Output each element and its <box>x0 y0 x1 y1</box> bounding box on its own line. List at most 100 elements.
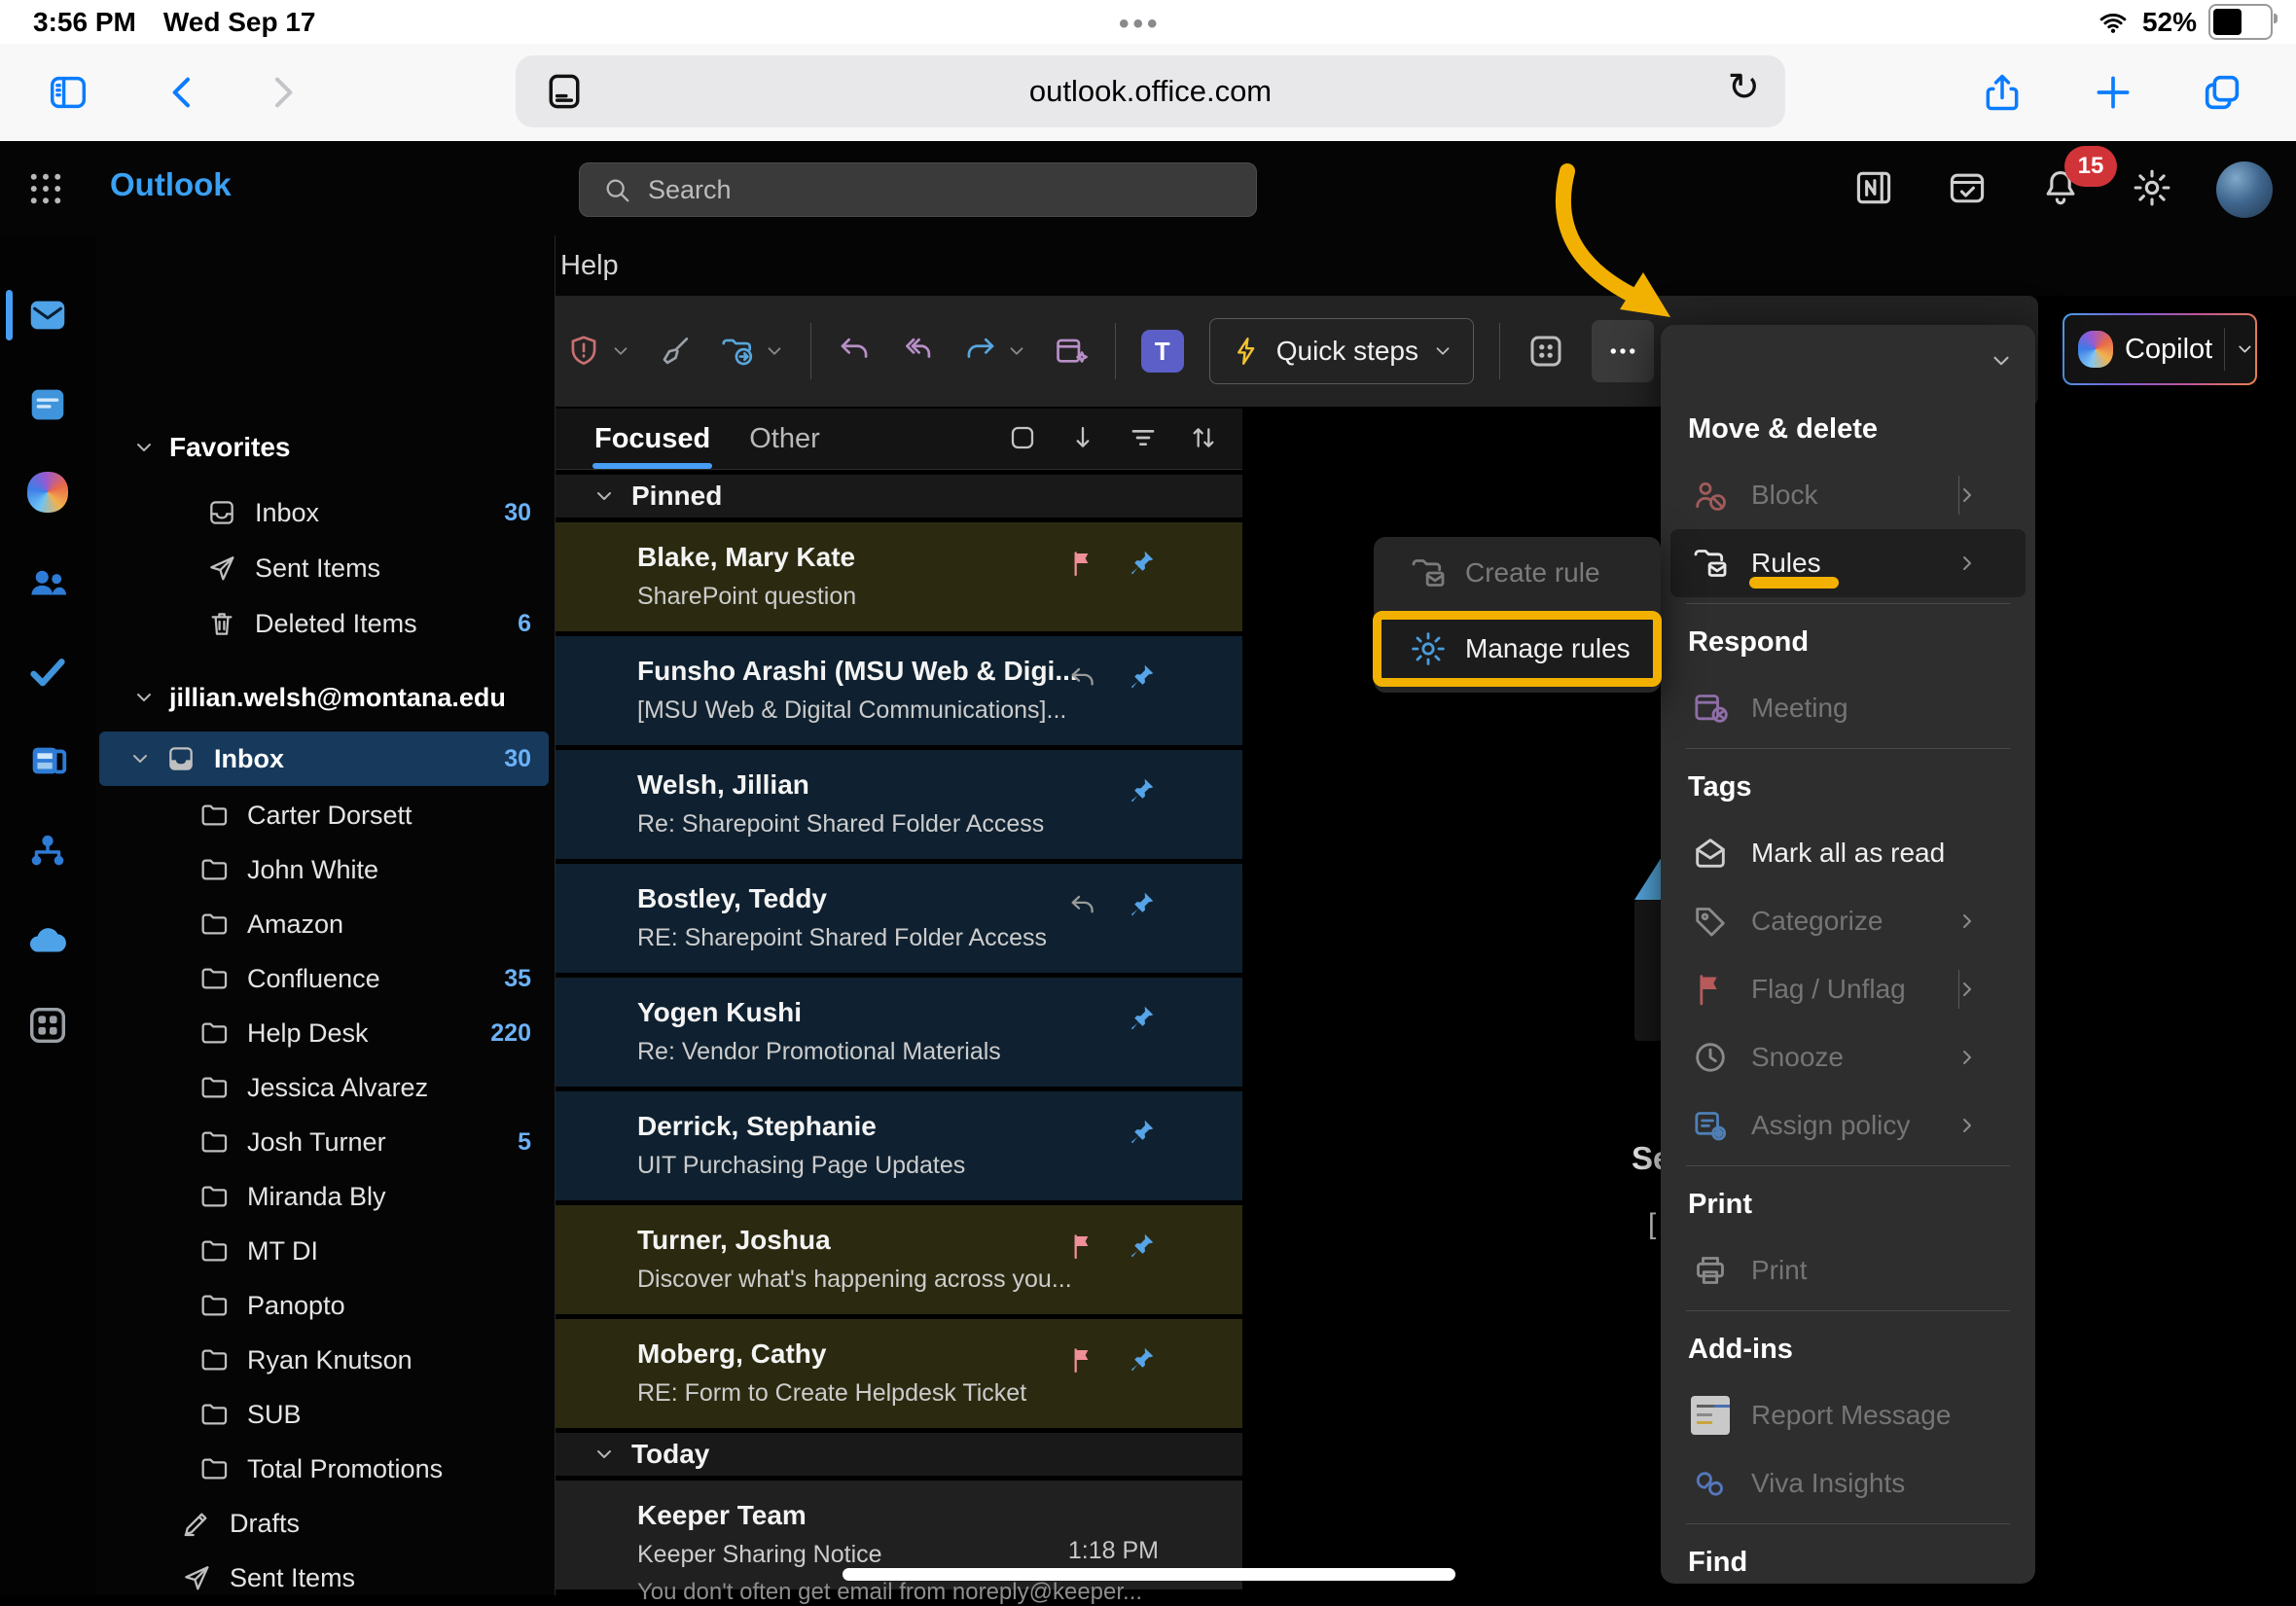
my-day-icon[interactable] <box>1946 166 1989 209</box>
broom-button[interactable] <box>657 333 694 370</box>
folder-josh-turner[interactable]: Josh Turner5 <box>99 1115 549 1169</box>
menu-item-rules[interactable]: Rules <box>1670 529 2026 597</box>
group-header-today[interactable]: Today <box>556 1433 1242 1476</box>
email-row[interactable]: Turner, JoshuaDiscover what's happening … <box>556 1205 1242 1314</box>
forward-button[interactable] <box>255 44 309 141</box>
folder-icon <box>198 1072 230 1103</box>
email-row[interactable]: Bostley, TeddyRE: Sharepoint Shared Fold… <box>556 864 1242 973</box>
tab-help[interactable]: Help <box>560 241 619 290</box>
cal-sparkle-button[interactable] <box>1053 333 1090 370</box>
forward-button[interactable] <box>961 333 1027 370</box>
menu-item-mark-all-as-read[interactable]: Mark all as read <box>1670 819 2026 887</box>
folder-sub[interactable]: SUB <box>99 1387 549 1442</box>
email-row[interactable]: Funsho Arashi (MSU Web & Digi...[MSU Web… <box>556 636 1242 745</box>
pin-icon <box>1126 1231 1157 1262</box>
folder-move-button[interactable] <box>719 333 785 370</box>
email-row[interactable]: Yogen KushiRe: Vendor Promotional Materi… <box>556 978 1242 1087</box>
favorites-header[interactable]: Favorites <box>99 420 549 475</box>
reply-all-button[interactable] <box>899 333 936 370</box>
pin-icon <box>1126 548 1157 579</box>
email-time: 1:18 PM <box>1068 1537 1159 1565</box>
report-message-icon <box>1691 1396 1730 1435</box>
avatar[interactable] <box>2216 161 2273 218</box>
folder-inbox[interactable]: Inbox30 <box>99 732 549 786</box>
menu-divider <box>1686 1310 2010 1311</box>
folder-help-desk[interactable]: Help Desk220 <box>99 1006 549 1060</box>
new-tab-button[interactable] <box>2086 44 2140 141</box>
favorites-item-sent-items[interactable]: Sent Items <box>99 541 549 595</box>
rail-item-mail[interactable] <box>0 281 95 349</box>
copilot-app-icon <box>27 472 68 513</box>
sort-button[interactable] <box>1188 422 1219 458</box>
menu-item-report-message: Report Message <box>1670 1381 2026 1449</box>
shield-button[interactable] <box>565 333 631 370</box>
email-row[interactable]: Welsh, JillianRe: Sharepoint Shared Fold… <box>556 750 1242 859</box>
folder-jessica-alvarez[interactable]: Jessica Alvarez <box>99 1060 549 1115</box>
rail-item-todo[interactable] <box>0 637 95 705</box>
folder-panopto[interactable]: Panopto <box>99 1278 549 1333</box>
folder-john-white[interactable]: John White <box>99 842 549 897</box>
arrow-down-button[interactable] <box>1067 422 1098 458</box>
reload-icon[interactable]: ↻ <box>1727 65 1760 110</box>
org-chart-app-icon <box>25 829 70 874</box>
unread-count: 6 <box>518 610 531 638</box>
unread-count: 5 <box>518 1128 531 1157</box>
menu-divider <box>1686 748 2010 749</box>
outlook-logo[interactable]: Outlook <box>110 166 232 203</box>
search-placeholder: Search <box>648 175 732 205</box>
settings-gear-icon[interactable] <box>2131 166 2173 209</box>
app-launcher-icon[interactable] <box>25 168 66 209</box>
tab-focused[interactable]: Focused <box>594 423 710 455</box>
chevron-down-icon <box>1006 340 1027 362</box>
menu-divider <box>1686 603 2010 604</box>
rail-item-calendar[interactable] <box>0 371 95 439</box>
search-input[interactable]: Search <box>579 162 1257 217</box>
submenu-item-manage-rules[interactable]: Manage rules <box>1374 611 1661 687</box>
folder-confluence[interactable]: Confluence35 <box>99 951 549 1006</box>
undo-icon <box>837 333 874 370</box>
folder-sent-items[interactable]: Sent Items <box>99 1551 549 1605</box>
more-options-menu: Move & deleteBlockRulesRespondMeetingTag… <box>1661 325 2035 1584</box>
rail-item-onedrive[interactable] <box>0 908 95 976</box>
email-row[interactable]: Derrick, StephanieUIT Purchasing Page Up… <box>556 1091 1242 1200</box>
chevron-down-icon[interactable] <box>1989 348 2014 374</box>
folder-mt-di[interactable]: MT DI <box>99 1224 549 1278</box>
quick-steps-button[interactable]: Quick steps <box>1209 318 1474 384</box>
rail-item-more-apps[interactable] <box>0 991 95 1059</box>
folder-ryan-knutson[interactable]: Ryan Knutson <box>99 1333 549 1387</box>
rail-item-copilot[interactable] <box>0 458 95 526</box>
teams-button[interactable]: T <box>1141 330 1184 373</box>
folder-drafts[interactable]: Drafts <box>99 1496 549 1551</box>
tab-other[interactable]: Other <box>749 423 820 455</box>
multi-select-button[interactable] <box>1007 422 1038 458</box>
email-row[interactable]: Moberg, CathyRE: Form to Create Helpdesk… <box>556 1319 1242 1428</box>
onenote-feed-icon[interactable] <box>1852 166 1895 209</box>
share-button[interactable] <box>1975 44 2029 141</box>
favorites-item-deleted-items[interactable]: Deleted Items6 <box>99 596 549 651</box>
sidebar-toggle-button[interactable] <box>41 44 95 141</box>
address-bar[interactable]: outlook.office.com ↻ <box>516 55 1785 127</box>
folder-miranda-bly[interactable]: Miranda Bly <box>99 1169 549 1224</box>
rail-item-publisher[interactable] <box>0 727 95 795</box>
unread-count: 220 <box>490 1019 531 1048</box>
chevron-down-icon <box>764 340 785 362</box>
chevron-down-icon <box>592 484 616 508</box>
send-icon <box>181 1562 212 1593</box>
account-header[interactable]: jillian.welsh@montana.edu <box>99 670 549 725</box>
folder-carter-dorsett[interactable]: Carter Dorsett <box>99 788 549 842</box>
group-header-pinned[interactable]: Pinned <box>556 475 1242 517</box>
folder-amazon[interactable]: Amazon <box>99 897 549 951</box>
copilot-button[interactable]: Copilot <box>2063 313 2257 385</box>
menu-item-categorize: Categorize <box>1670 887 2026 955</box>
folder-total-promotions[interactable]: Total Promotions <box>99 1442 549 1496</box>
back-button[interactable] <box>156 44 210 141</box>
page-menu-icon[interactable] <box>543 70 586 113</box>
favorites-item-inbox[interactable]: Inbox30 <box>99 485 549 540</box>
filter-button[interactable] <box>1128 422 1159 458</box>
email-row[interactable]: Blake, Mary KateSharePoint question <box>556 522 1242 631</box>
rail-item-people[interactable] <box>0 549 95 617</box>
tabs-button[interactable] <box>2195 44 2249 141</box>
rail-item-org-chart[interactable] <box>0 817 95 885</box>
home-indicator[interactable] <box>843 1568 1455 1581</box>
undo-button[interactable] <box>837 333 874 370</box>
